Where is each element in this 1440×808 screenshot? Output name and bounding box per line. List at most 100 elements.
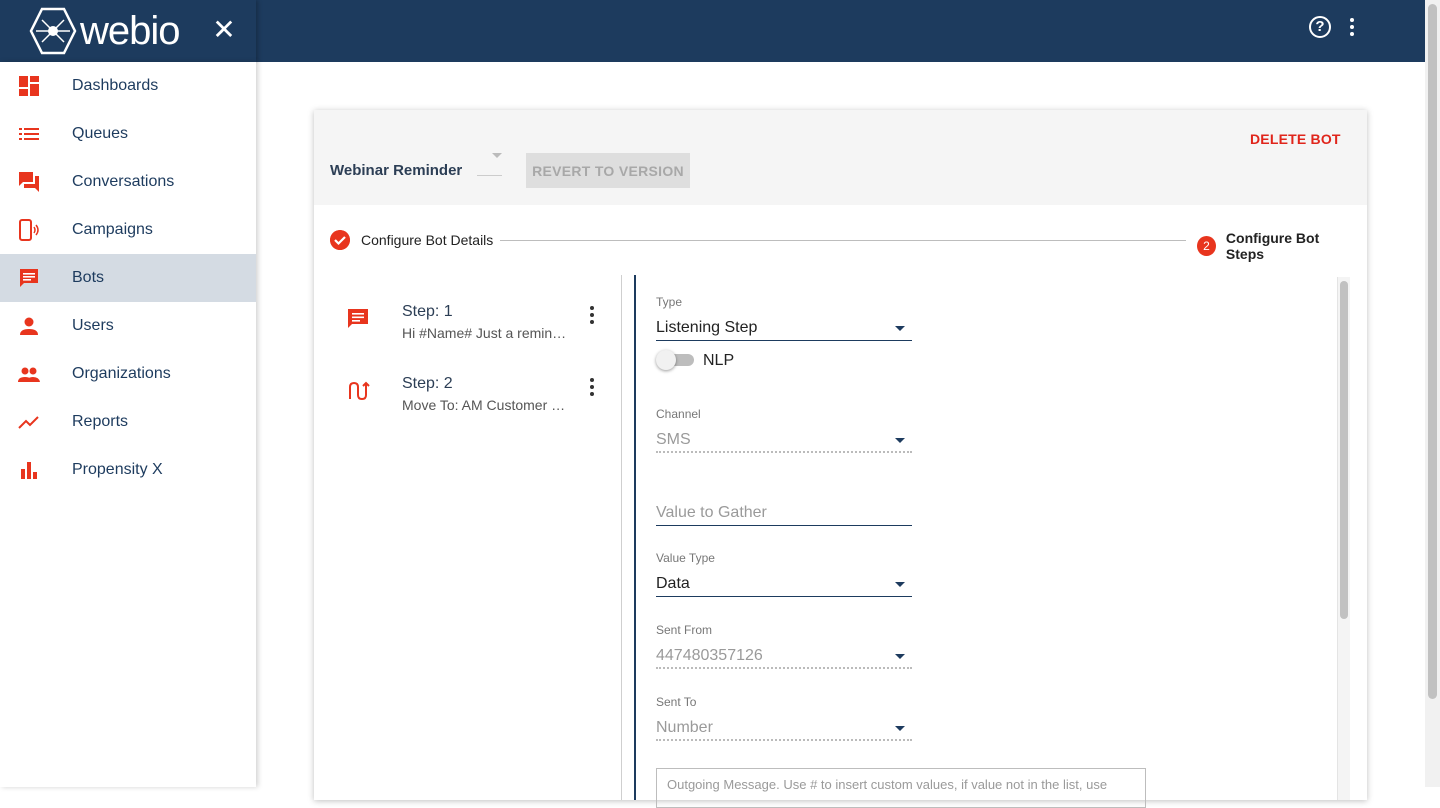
step-title: Step: 1 xyxy=(402,303,453,320)
stepper-step-1-label: Configure Bot Details xyxy=(361,232,494,248)
list-icon xyxy=(19,128,39,140)
channel-value: SMS xyxy=(656,431,691,448)
version-select[interactable] xyxy=(477,150,502,176)
page-scrollbar[interactable] xyxy=(1425,0,1440,787)
outgoing-message-placeholder: Outgoing Message. Use # to insert custom… xyxy=(667,777,1108,792)
divider xyxy=(621,275,622,800)
sidebar-item-label: Organizations xyxy=(72,365,171,382)
chat-icon xyxy=(20,269,38,287)
value-type-label: Value Type xyxy=(656,551,715,565)
more-vert-icon[interactable] xyxy=(590,306,594,324)
webio-logo: webio xyxy=(28,6,181,56)
type-select[interactable]: Listening Step xyxy=(656,315,912,341)
stepper-step-2-label: Configure Bot Steps xyxy=(1225,230,1320,262)
nlp-label: NLP xyxy=(703,352,735,369)
field-underline xyxy=(656,340,912,341)
logo-area: webio ✕ xyxy=(0,0,256,62)
chevron-down-icon xyxy=(895,582,905,587)
webio-logo-mark-icon xyxy=(29,7,77,55)
step-title: Step: 2 xyxy=(402,375,453,392)
field-underline xyxy=(656,667,912,669)
sidebar-item-label: Campaigns xyxy=(72,221,153,238)
sent-to-label: Sent To xyxy=(656,695,697,709)
sidebar-item-label: Reports xyxy=(72,413,129,430)
sidebar-nav: Dashboards Queues Conversations Campaign… xyxy=(0,62,256,787)
person-icon xyxy=(20,317,38,335)
step-panel-scrollbar-thumb[interactable] xyxy=(1340,281,1348,619)
stepper-step-1[interactable]: Configure Bot Details xyxy=(330,230,493,250)
chevron-down-icon xyxy=(895,726,905,731)
toggle-knob xyxy=(656,350,676,370)
field-underline xyxy=(656,525,912,526)
message-icon xyxy=(348,309,368,328)
list-item[interactable]: Step: 1 Hi #Name# Just a reminder xyxy=(314,303,622,363)
sidebar-item-organizations[interactable]: Organizations xyxy=(0,350,256,398)
field-underline xyxy=(656,739,912,741)
step-subtitle: Hi #Name# Just a reminder xyxy=(402,325,570,341)
value-type-select[interactable]: Data xyxy=(656,571,912,597)
sidebar-item-label: Dashboards xyxy=(72,77,159,94)
help-circle-icon[interactable]: ? xyxy=(1309,16,1331,38)
sidebar-item-label: Users xyxy=(72,317,114,334)
channel-select[interactable]: SMS xyxy=(656,427,912,453)
value-to-gather-input[interactable]: Value to Gather xyxy=(656,500,912,526)
sidebar-item-users[interactable]: Users xyxy=(0,302,256,350)
sidebar-item-queues[interactable]: Queues xyxy=(0,110,256,158)
trending-up-icon xyxy=(18,416,39,429)
check-circle-icon xyxy=(330,230,350,250)
sidebar-item-reports[interactable]: Reports xyxy=(0,398,256,446)
top-actions: ? xyxy=(1309,16,1355,38)
revert-to-version-button[interactable]: REVERT TO VERSION xyxy=(526,153,690,188)
sidebar-item-propensity-x[interactable]: Propensity X xyxy=(0,446,256,494)
type-value: Listening Step xyxy=(656,319,758,336)
stepper: Configure Bot Details 2 Configure Bot St… xyxy=(330,230,1354,262)
sidebar-item-label: Conversations xyxy=(72,173,175,190)
sidebar-item-bots[interactable]: Bots xyxy=(0,254,256,302)
logo-text: webio xyxy=(80,8,181,53)
nlp-toggle[interactable] xyxy=(656,349,696,370)
value-type-value: Data xyxy=(656,575,690,592)
sidebar-item-conversations[interactable]: Conversations xyxy=(0,158,256,206)
bot-name: Webinar Reminder xyxy=(330,162,463,179)
sidebar-item-label: Propensity X xyxy=(72,461,163,478)
sent-from-label: Sent From xyxy=(656,623,713,637)
field-underline xyxy=(656,596,912,597)
stepper-step-2[interactable]: 2 Configure Bot Steps xyxy=(1197,230,1354,262)
sent-from-value: 447480357126 xyxy=(656,647,763,664)
more-vert-icon[interactable] xyxy=(590,378,594,396)
sidebar-item-label: Bots xyxy=(72,269,105,286)
step-panel-scrollbar[interactable] xyxy=(1337,277,1350,800)
forum-icon xyxy=(19,172,39,192)
list-item[interactable]: Step: 2 Move To: AM Customer Service xyxy=(314,375,622,435)
chevron-down-icon xyxy=(492,153,502,158)
chevron-down-icon xyxy=(895,326,905,331)
sent-to-select[interactable]: Number xyxy=(656,715,912,741)
stepper-connector xyxy=(500,240,1186,241)
close-icon[interactable]: ✕ xyxy=(212,16,236,44)
channel-label: Channel xyxy=(656,407,701,421)
more-vert-icon[interactable] xyxy=(1349,18,1355,36)
chevron-down-icon xyxy=(895,438,905,443)
bar-chart-icon xyxy=(21,462,37,479)
stepper-step-2-number: 2 xyxy=(1197,236,1216,256)
people-icon xyxy=(18,367,40,382)
bot-editor-card: Webinar Reminder REVERT TO VERSION DELET… xyxy=(314,110,1367,808)
swap-arrows-icon xyxy=(349,381,370,401)
chevron-down-icon xyxy=(895,654,905,659)
sidebar-item-dashboards[interactable]: Dashboards xyxy=(0,62,256,110)
sent-to-value: Number xyxy=(656,719,713,736)
delete-bot-button[interactable]: DELETE BOT xyxy=(1250,131,1341,147)
step-panel-border xyxy=(634,275,636,800)
field-underline xyxy=(656,451,912,453)
outgoing-message-textarea[interactable]: Outgoing Message. Use # to insert custom… xyxy=(656,768,1146,808)
dashboard-icon xyxy=(19,76,39,96)
type-label: Type xyxy=(656,295,683,309)
phone-broadcast-icon xyxy=(19,219,39,241)
bot-editor-header: Webinar Reminder REVERT TO VERSION DELET… xyxy=(314,110,1367,205)
step-subtitle: Move To: AM Customer Service xyxy=(402,397,570,413)
sidebar-item-label: Queues xyxy=(72,125,129,142)
sent-from-select[interactable]: 447480357126 xyxy=(656,643,912,669)
page-scrollbar-thumb[interactable] xyxy=(1428,4,1437,699)
sidebar-item-campaigns[interactable]: Campaigns xyxy=(0,206,256,254)
value-to-gather-placeholder: Value to Gather xyxy=(656,504,767,521)
